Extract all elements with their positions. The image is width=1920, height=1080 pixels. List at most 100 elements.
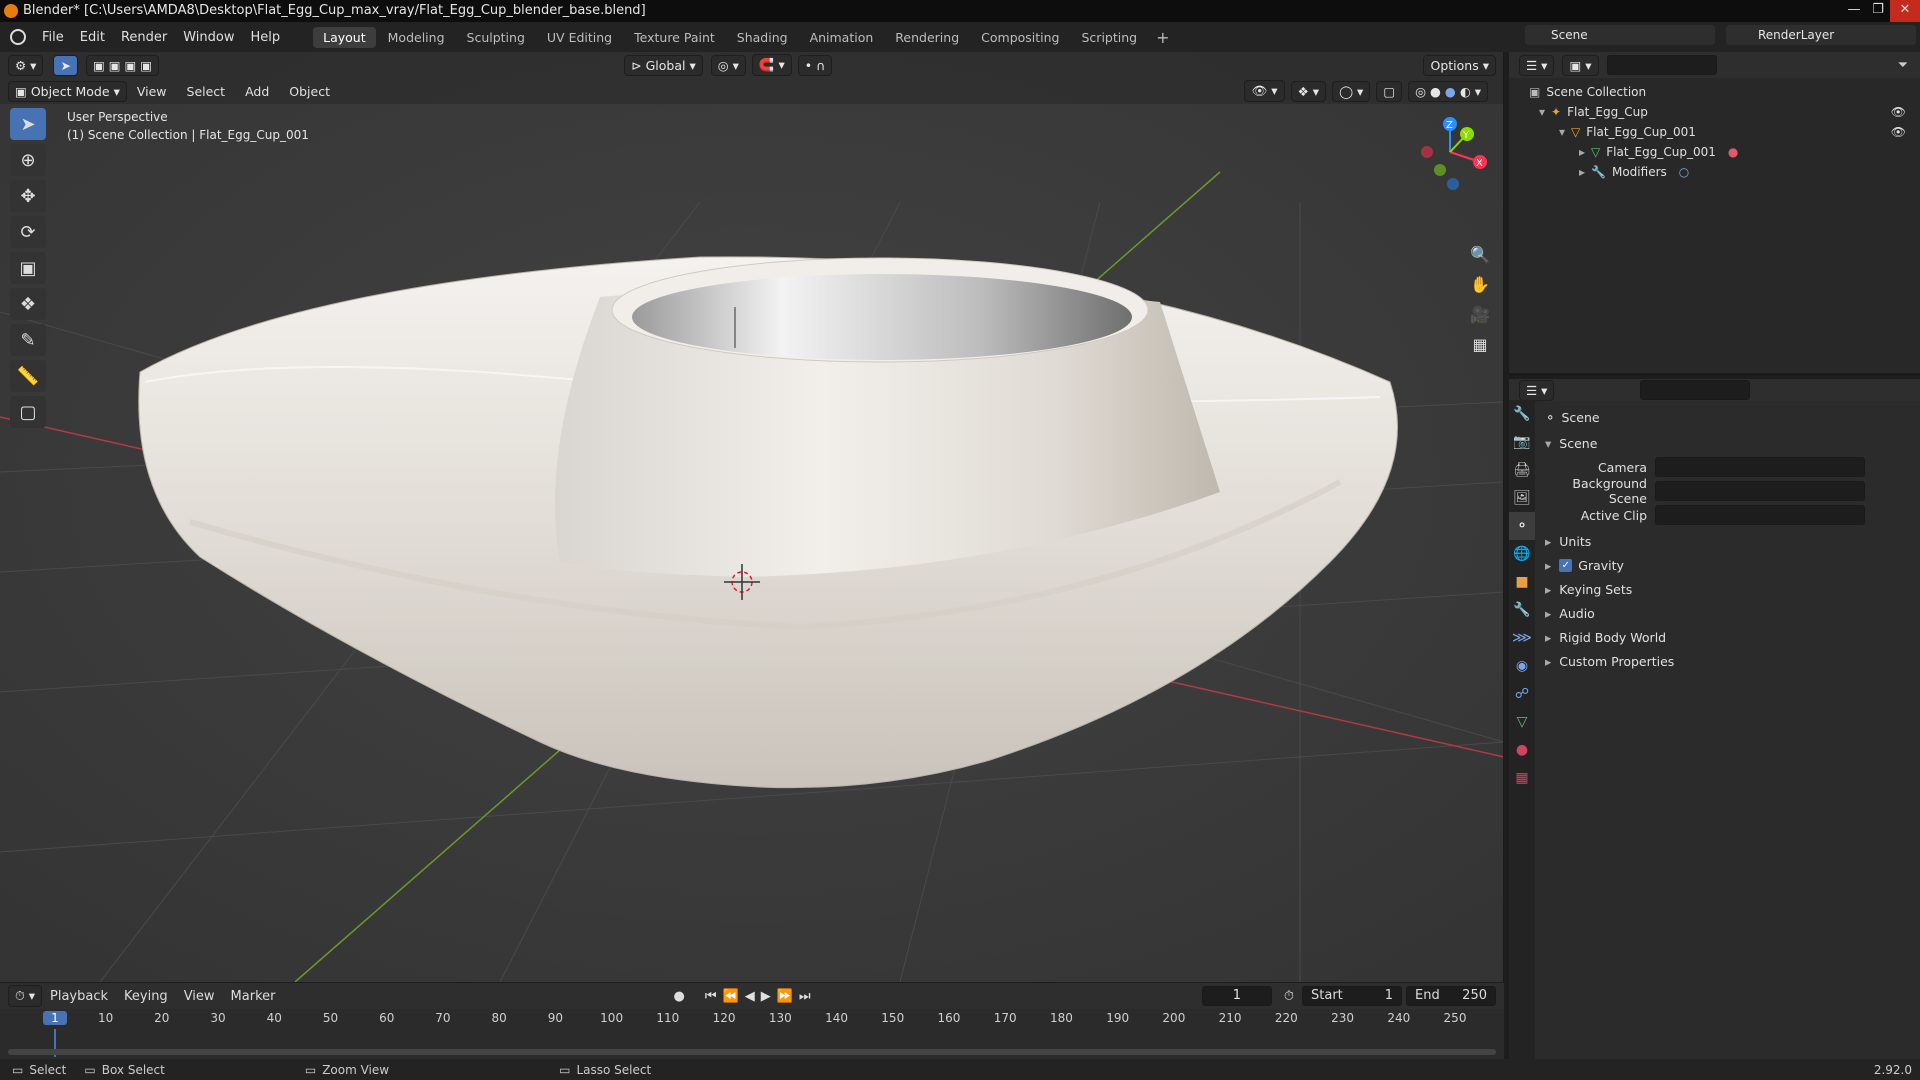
annotate-tool-icon[interactable]: ✎ [10, 324, 46, 356]
expand-arrow-icon[interactable]: ▾ [1539, 105, 1545, 119]
xray-toggle[interactable]: ▢ [1376, 80, 1403, 102]
zoom-icon[interactable]: 🔍 [1465, 240, 1495, 268]
tab-scripting[interactable]: Scripting [1072, 27, 1148, 48]
rotate-tool-icon[interactable]: ⟳ [10, 216, 46, 248]
world-tab-icon[interactable]: 🌐 [1509, 540, 1535, 568]
viewport-menu-select[interactable]: Select [177, 84, 236, 99]
move-tool-icon[interactable]: ✥ [10, 180, 46, 212]
close-icon[interactable]: ✕ [1890, 0, 1920, 22]
render-layer-selector[interactable]: RenderLayer [1726, 25, 1916, 45]
section-units[interactable]: ▸ Units [1545, 529, 1920, 553]
scene-selector[interactable]: Scene [1525, 25, 1715, 45]
measure-tool-icon[interactable]: 📏 [10, 360, 46, 392]
timeline-menu-keying[interactable]: Keying [116, 989, 176, 1004]
tab-compositing[interactable]: Compositing [971, 27, 1069, 48]
restore-icon[interactable]: ❐ [1866, 0, 1890, 22]
start-frame-field[interactable]: Start 1 [1302, 986, 1402, 1006]
data-tab-icon[interactable]: ▽ [1509, 708, 1535, 736]
tool-tab-icon[interactable]: 🔧 [1509, 400, 1535, 428]
selection-mode-buttons[interactable]: ▣ ▣ ▣ ▣ [85, 54, 160, 76]
expand-arrow-icon[interactable]: ▸ [1579, 165, 1585, 179]
visibility-eye-icon[interactable]: 👁 [1891, 125, 1906, 139]
mode-dropdown[interactable]: ▣ Object Mode ▾ [8, 80, 127, 102]
tab-rendering[interactable]: Rendering [885, 27, 969, 48]
viewport-menu-add[interactable]: Add [235, 84, 279, 99]
select-box-icon[interactable]: ➤ [10, 108, 46, 140]
timeline-menu-marker[interactable]: Marker [223, 989, 284, 1004]
menu-edit[interactable]: Edit [72, 30, 113, 45]
expand-arrow-icon[interactable]: ▸ [1579, 145, 1585, 159]
add-cube-tool-icon[interactable]: ▢ [10, 396, 46, 428]
timeline-menu-playback[interactable]: Playback [42, 989, 116, 1004]
transform-tool-icon[interactable]: ❖ [10, 288, 46, 320]
minimize-icon[interactable]: — [1842, 0, 1866, 22]
tab-modeling[interactable]: Modeling [378, 27, 455, 48]
outliner-row[interactable]: ▸ 🔧 Modifiers ○ [1529, 162, 1920, 182]
tab-uv-editing[interactable]: UV Editing [537, 27, 622, 48]
viewport-menu-view[interactable]: View [127, 84, 177, 99]
visibility-eye-icon[interactable]: 👁 [1891, 105, 1906, 119]
expand-arrow-icon[interactable]: ▸ [1545, 630, 1551, 645]
section-custom-properties[interactable]: ▸ Custom Properties [1545, 649, 1920, 673]
section-rigid-body-world[interactable]: ▸ Rigid Body World [1545, 625, 1920, 649]
shading-mode-buttons[interactable]: ◎ ● ● ◐ ▾ [1408, 80, 1488, 102]
output-tab-icon[interactable]: 🖨 [1509, 456, 1535, 484]
axis-gizmo[interactable]: Z X Y [1405, 112, 1495, 192]
transform-orientation-dropdown[interactable]: ⊳ Global ▾ [624, 54, 703, 76]
expand-arrow-icon[interactable]: ▸ [1545, 606, 1551, 621]
expand-arrow-icon[interactable]: ▾ [1559, 125, 1565, 139]
properties-search-input[interactable] [1640, 380, 1751, 400]
menu-window[interactable]: Window [175, 30, 242, 45]
expand-arrow-icon[interactable]: ▸ [1545, 558, 1551, 573]
menu-help[interactable]: Help [243, 30, 289, 45]
tab-sculpting[interactable]: Sculpting [457, 27, 535, 48]
timeline-editor-type[interactable]: ⏱ ▾ [8, 985, 42, 1007]
expand-arrow-icon[interactable]: ▸ [1545, 582, 1551, 597]
outliner-row[interactable]: ▸ ▽ Flat_Egg_Cup_001 ● [1529, 142, 1920, 162]
add-workspace-icon[interactable]: + [1148, 28, 1177, 47]
view-layer-tab-icon[interactable]: 🖼 [1509, 484, 1535, 512]
expand-arrow-icon[interactable]: ▾ [1545, 436, 1551, 451]
viewport-3d[interactable]: ⚙ ▾ ➤ ▣ ▣ ▣ ▣ ⊳ Global ▾ ◎ ▾ 🧲 ▾ • ∩ Opt… [0, 52, 1504, 982]
outliner-display-mode[interactable]: ▣ ▾ [1562, 54, 1599, 76]
gravity-checkbox[interactable]: ✓ [1559, 558, 1573, 572]
object-tab-icon[interactable]: ■ [1509, 568, 1535, 596]
scene-tab-icon[interactable]: ⚬ [1509, 512, 1535, 540]
particles-tab-icon[interactable]: ⋙ [1509, 624, 1535, 652]
expand-arrow-icon[interactable]: ▸ [1545, 534, 1551, 549]
modifier-tab-icon[interactable]: 🔧 [1509, 596, 1535, 624]
filter-icon[interactable]: ⏷ [1898, 58, 1908, 73]
timeline-scrollbar[interactable] [8, 1049, 1496, 1055]
outliner-row[interactable]: ▾ ▽ Flat_Egg_Cup_001 👁 [1529, 122, 1920, 142]
ortho-grid-icon[interactable]: ▦ [1465, 330, 1495, 358]
active-clip-field[interactable] [1655, 505, 1865, 525]
viewport-menu-object[interactable]: Object [279, 84, 340, 99]
texture-tab-icon[interactable]: ▦ [1509, 764, 1535, 792]
timeline-menu-view[interactable]: View [176, 989, 223, 1004]
pan-hand-icon[interactable]: ✋ [1465, 270, 1495, 298]
visibility-dropdown[interactable]: 👁 ▾ [1244, 80, 1285, 102]
pivot-point-dropdown[interactable]: ◎ ▾ [710, 54, 746, 76]
blender-menu-icon[interactable] [10, 29, 26, 45]
camera-field[interactable] [1655, 457, 1865, 477]
gizmo-toggle[interactable]: ❖ ▾ [1290, 80, 1327, 102]
expand-arrow-icon[interactable]: ▸ [1545, 654, 1551, 669]
scale-tool-icon[interactable]: ▣ [10, 252, 46, 284]
outliner-row[interactable]: ▣ Scene Collection [1529, 82, 1920, 102]
constraints-tab-icon[interactable]: ☍ [1509, 680, 1535, 708]
scene-panel-header[interactable]: ▾ Scene [1545, 431, 1920, 455]
outliner-row[interactable]: ▾ ✦ Flat_Egg_Cup 👁 [1529, 102, 1920, 122]
frame-ruler[interactable]: 1 10 20 30 40 50 60 70 80 90 100 110 120 130 140 150 160… [8, 1011, 1496, 1057]
proportional-edit-toggle[interactable]: • ∩ [797, 54, 833, 76]
outliner-editor-type[interactable]: ☰ ▾ [1519, 54, 1555, 76]
snap-toggle[interactable]: 🧲 ▾ [751, 54, 792, 76]
end-frame-field[interactable]: End 250 [1406, 986, 1496, 1006]
camera-view-icon[interactable]: 🎥 [1465, 300, 1495, 328]
select-tool-icon[interactable]: ➤ [53, 54, 78, 76]
tab-animation[interactable]: Animation [800, 27, 884, 48]
properties-editor-type[interactable]: ☰ ▾ [1519, 379, 1555, 401]
options-dropdown[interactable]: Options ▾ [1423, 54, 1496, 76]
material-tab-icon[interactable]: ● [1509, 736, 1535, 764]
render-tab-icon[interactable]: 📷 [1509, 428, 1535, 456]
current-frame-field[interactable]: 1 [1201, 986, 1272, 1006]
